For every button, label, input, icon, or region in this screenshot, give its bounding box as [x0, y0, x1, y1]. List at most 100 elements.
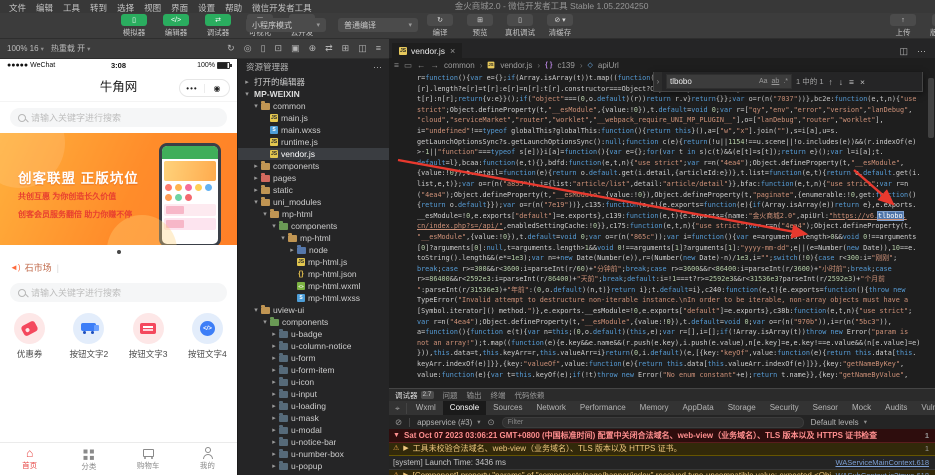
tree-item-打开的编辑器[interactable]: ▸ 打开的编辑器 [238, 76, 390, 88]
breadcrumb-item-property[interactable]: apiUrl [598, 61, 619, 70]
tree-item-main.js[interactable]: JS main.js [238, 112, 390, 124]
more-actions-icon[interactable]: ⋯ [917, 47, 926, 56]
tab-vendor-js[interactable]: JS vendor.js × [392, 43, 463, 58]
nav-back-icon[interactable]: ← [417, 60, 426, 70]
devtools-tab-Audits[interactable]: Audits [878, 401, 914, 415]
编辑器-button[interactable]: </> 编辑器 [160, 14, 192, 38]
capsule-menu[interactable]: ••• ◉ [179, 79, 230, 97]
devtools-tab-Vulnerability[interactable]: Vulnerability [914, 401, 935, 415]
tree-item-main.wxss[interactable]: Smain.wxss [238, 124, 390, 136]
menu-微信开发者工具[interactable]: 微信开发者工具 [247, 3, 317, 13]
tree-item-u-modal[interactable]: ▸ u-modal [238, 424, 390, 436]
console-row-warn[interactable]: ⚠ ▶ 工具未校验合法域名、web-view（业务域名）、TLS 版本以及 HTTP… [389, 442, 935, 456]
panel-tab-问题[interactable]: 问题 [443, 390, 458, 401]
expand-icon[interactable]: ▶ [403, 471, 408, 475]
compile-select[interactable]: 普通编译 ▾ [338, 18, 418, 32]
explorer-more-icon[interactable]: ⋯ [373, 62, 382, 73]
mode-select[interactable]: 小程序模式 ▾ [246, 18, 326, 32]
zoom-icon[interactable]: ⊕ [309, 43, 317, 53]
tabbar-item-分类[interactable]: 分类 [59, 443, 118, 475]
devtools-tab-AppData[interactable]: AppData [676, 401, 721, 415]
tree-item-u-badge[interactable]: ▸ u-badge [238, 328, 390, 340]
find-in-selection-icon[interactable]: ≡ [848, 77, 855, 87]
grid-icon[interactable]: ⊞ [342, 43, 350, 53]
tree-item-runtime.js[interactable]: JS runtime.js [238, 136, 390, 148]
panel-tab-终端[interactable]: 终端 [491, 390, 506, 401]
nav-forward-icon[interactable]: → [431, 60, 440, 70]
tree-item-uni_modules[interactable]: ▾ uni_modules [238, 196, 390, 208]
tree-item-common[interactable]: ▾ common [238, 100, 390, 112]
refresh-icon[interactable]: ↻ [227, 43, 235, 53]
service-item-按钮文字2[interactable]: 按钮文字2 [59, 313, 118, 360]
tree-item-uview-ui[interactable]: ▾ uview-ui [238, 304, 390, 316]
devtools-tab-Console[interactable]: Console [442, 401, 487, 415]
more-menu-icon[interactable]: ••• [180, 84, 204, 93]
tree-item-static[interactable]: ▸ static [238, 184, 390, 196]
menu-文件[interactable]: 文件 [4, 3, 31, 13]
tree-item-mp-html[interactable]: ▾ mp-html [238, 232, 390, 244]
tabbar-item-购物车[interactable]: 购物车 [119, 443, 178, 475]
clear-console-icon[interactable]: ⊘ [395, 417, 402, 428]
source-link[interactable]: WASubContext.js?t=we.618 [836, 471, 929, 475]
split-editor-icon[interactable]: ◫ [899, 47, 908, 56]
breadcrumb-item-file[interactable]: vendor.js [500, 61, 532, 70]
tabbar-item-我的[interactable]: 我的 [178, 443, 237, 475]
console-row-error[interactable]: ▼ Sat Oct 07 2023 03:06:21 GMT+0800 (中国标准… [389, 429, 935, 443]
tree-item-mp-html.wxss[interactable]: Smp-html.wxss [238, 292, 390, 304]
模拟器-button[interactable]: ▯ 模拟器 [118, 14, 150, 38]
screenshot-icon[interactable]: ▣ [291, 43, 300, 53]
menu-编辑[interactable]: 编辑 [31, 3, 58, 13]
code-content[interactable]: r=function(){var e={};if(Array.isArray(t… [389, 73, 935, 388]
service-item-优惠券[interactable]: 优惠券 [0, 313, 59, 360]
regex-icon[interactable]: .* [783, 78, 788, 85]
menu-工具[interactable]: 工具 [58, 3, 85, 13]
devtools-tab-Security[interactable]: Security [763, 401, 806, 415]
tree-item-u-number-box[interactable]: ▸ u-number-box [238, 448, 390, 460]
tree-item-u-icon[interactable]: ▸ u-icon [238, 376, 390, 388]
zoom-level-select[interactable]: 100% 16 ▾ [7, 44, 44, 53]
menu-视图[interactable]: 视图 [139, 3, 166, 13]
promo-banner[interactable]: 创客联盟 正版坑位 共创互惠 为你创造长久价值 创客会员服务翻倍 助力你赚不停 [0, 133, 237, 245]
tree-item-vendor.js[interactable]: JS vendor.js [238, 148, 390, 160]
expand-icon[interactable]: ▶ [403, 444, 408, 454]
notice-bar[interactable]: ◄) 石市场 | [0, 258, 237, 277]
真机调试-button[interactable]: ▯ 真机调试 [504, 14, 536, 38]
source-link[interactable]: WAServiceMainContext.618 [835, 458, 929, 468]
menu-帮助[interactable]: 帮助 [220, 3, 247, 13]
panel-tab-调试器[interactable]: 调试器 2.7 [395, 390, 434, 401]
list-icon[interactable]: ≡ [376, 43, 381, 53]
devtools-tab-Performance[interactable]: Performance [573, 401, 633, 415]
devtools-tab-Mock[interactable]: Mock [845, 401, 878, 415]
tree-item-mp-html.json[interactable]: {} mp-html.json [238, 268, 390, 280]
split-view-icon[interactable]: ◫ [358, 43, 367, 53]
phone-icon[interactable]: ▯ [261, 43, 266, 53]
tree-item-mp-html.js[interactable]: JS mp-html.js [238, 256, 390, 268]
breadcrumb-item-folder[interactable]: common [444, 61, 475, 70]
bookmark-icon[interactable]: ▭ [404, 60, 412, 71]
devtools-tab-Sensor[interactable]: Sensor [806, 401, 845, 415]
close-tab-icon[interactable]: × [450, 46, 455, 56]
调试器-button[interactable]: ⇄ 调试器 [202, 14, 234, 38]
tree-item-mp-html.wxml[interactable]: <> mp-html.wxml [238, 280, 390, 292]
menu-界面[interactable]: 界面 [166, 3, 193, 13]
record-icon[interactable]: ◎ [244, 43, 252, 53]
console-row-log[interactable]: [system] Launch Time: 3436 ms WAServiceMa… [389, 456, 935, 470]
console-filter-input[interactable]: Filter [501, 416, 804, 428]
devtools-tab-Storage[interactable]: Storage [721, 401, 763, 415]
outline-icon[interactable]: ≡ [394, 60, 399, 70]
tree-item-components[interactable]: ▾ components [238, 316, 390, 328]
tree-item-components[interactable]: ▾ components [238, 220, 390, 232]
service-item-按钮文字3[interactable]: 按钮文字3 [119, 313, 178, 360]
find-input[interactable]: tlbobo Aa ab .* [666, 74, 792, 89]
清缓存-button[interactable]: ⊘ ▾ 清缓存 [544, 14, 576, 38]
menu-设置[interactable]: 设置 [193, 3, 220, 13]
tree-item-u-notice-bar[interactable]: ▸ u-notice-bar [238, 436, 390, 448]
tree-item-mp-html[interactable]: ▾ mp-html [238, 208, 390, 220]
tree-item-u-loading[interactable]: ▸ u-loading [238, 400, 390, 412]
menu-选择[interactable]: 选择 [112, 3, 139, 13]
tree-item-u-input[interactable]: ▸ u-input [238, 388, 390, 400]
execution-context-select[interactable]: appservice (#3) ▾ [417, 418, 480, 427]
find-previous-icon[interactable]: ↑ [828, 77, 834, 87]
eye-icon[interactable]: ⊙ [488, 417, 495, 428]
service-item-按钮文字4[interactable]: </> 按钮文字4 [178, 313, 237, 360]
